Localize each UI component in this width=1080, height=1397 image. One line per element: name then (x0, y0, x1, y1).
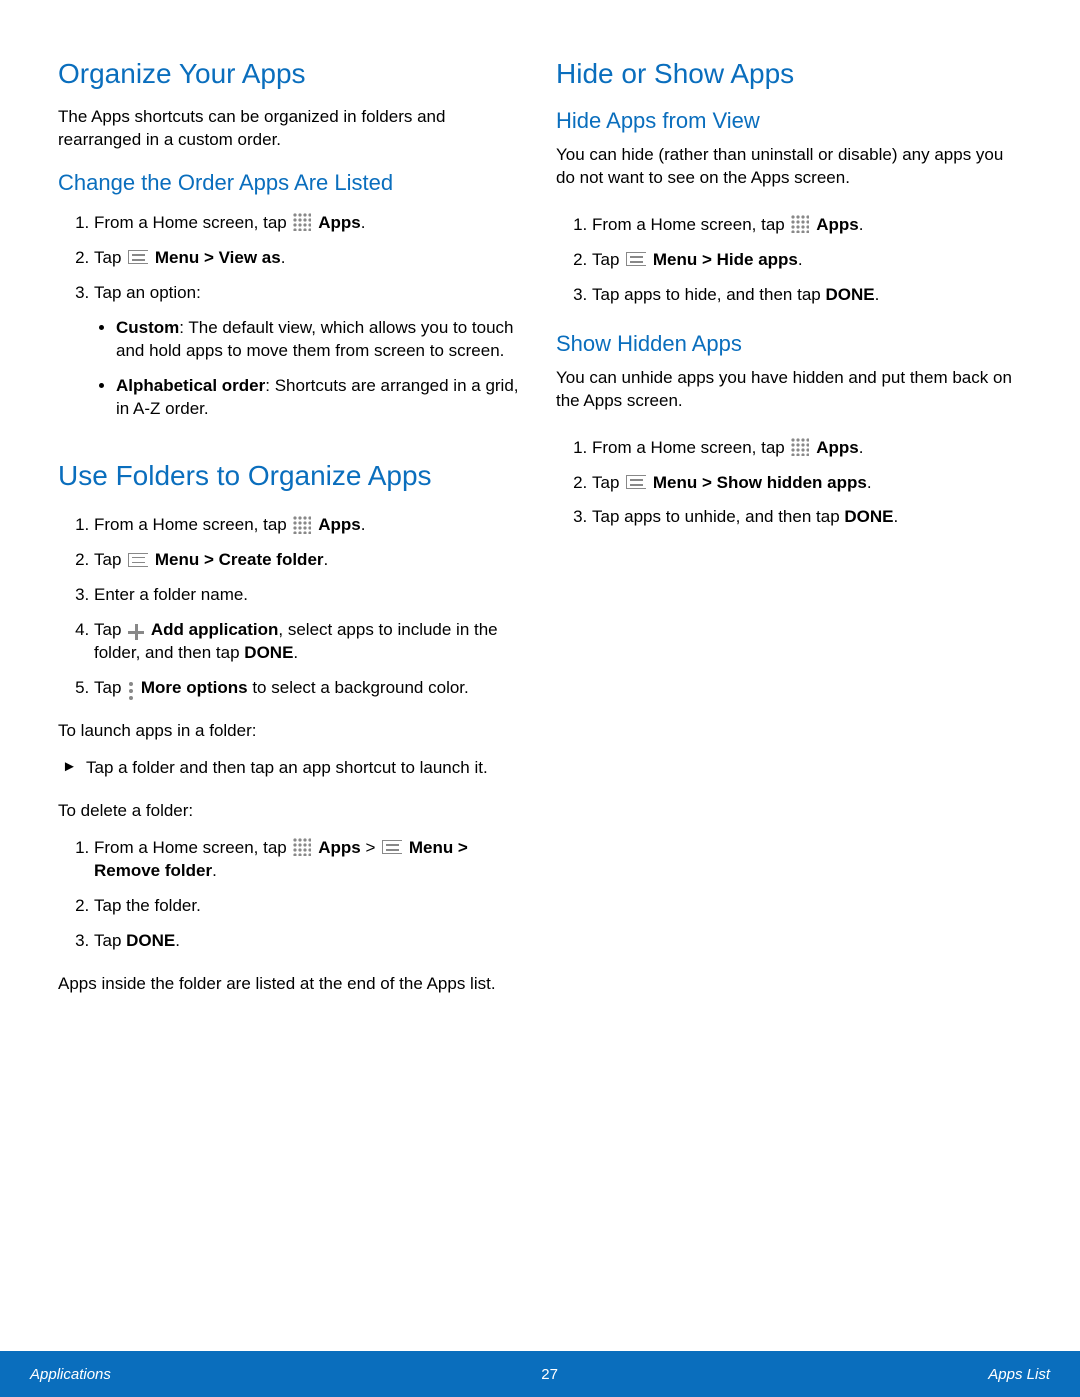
menu-icon (128, 553, 148, 567)
organize-intro: The Apps shortcuts can be organized in f… (58, 106, 524, 152)
list-item: Tap an option: Custom: The default view,… (94, 276, 524, 433)
delete-steps: From a Home screen, tap Apps > Menu > Re… (58, 831, 524, 959)
page-footer: Applications 27 Apps List (0, 1351, 1080, 1397)
list-item: Tap More options to select a background … (94, 671, 524, 706)
list-item: Tap apps to hide, and then tap DONE. (592, 278, 1022, 313)
list-item: Tap Menu > View as. (94, 241, 524, 276)
right-column: Hide or Show Apps Hide Apps from View Yo… (556, 58, 1022, 1004)
footer-section: Applications (30, 1366, 111, 1383)
list-item: Tap a folder and then tap an app shortcu… (62, 751, 524, 786)
footer-topic: Apps List (988, 1366, 1050, 1383)
show-steps: From a Home screen, tap Apps. Tap Menu >… (556, 431, 1022, 536)
list-item: Tap Menu > Hide apps. (592, 243, 1022, 278)
heading-change-order: Change the Order Apps Are Listed (58, 170, 524, 196)
list-item: From a Home screen, tap Apps. (592, 431, 1022, 466)
more-options-icon (128, 682, 134, 700)
hide-intro: You can hide (rather than uninstall or d… (556, 144, 1022, 190)
folder-note: Apps inside the folder are listed at the… (58, 973, 524, 996)
apps-grid-icon (293, 213, 311, 231)
list-item: Tap DONE. (94, 924, 524, 959)
list-item: Tap apps to unhide, and then tap DONE. (592, 500, 1022, 535)
list-item: Enter a folder name. (94, 578, 524, 613)
footer-page-number: 27 (541, 1366, 558, 1383)
apps-grid-icon (293, 838, 311, 856)
heading-use-folders: Use Folders to Organize Apps (58, 460, 524, 492)
menu-icon (626, 252, 646, 266)
launch-label: To launch apps in a folder: (58, 720, 524, 743)
plus-icon (128, 624, 144, 640)
list-item: From a Home screen, tap Apps > Menu > Re… (94, 831, 524, 889)
apps-grid-icon (791, 438, 809, 456)
list-item: Tap Menu > Show hidden apps. (592, 466, 1022, 501)
list-item: Tap Add application, select apps to incl… (94, 613, 524, 671)
show-intro: You can unhide apps you have hidden and … (556, 367, 1022, 413)
list-item: From a Home screen, tap Apps. (94, 206, 524, 241)
change-order-steps: From a Home screen, tap Apps. Tap Menu >… (58, 206, 524, 433)
apps-grid-icon (293, 516, 311, 534)
list-item: Tap Menu > Create folder. (94, 543, 524, 578)
hide-steps: From a Home screen, tap Apps. Tap Menu >… (556, 208, 1022, 313)
apps-grid-icon (791, 215, 809, 233)
left-column: Organize Your Apps The Apps shortcuts ca… (58, 58, 524, 1004)
launch-list: Tap a folder and then tap an app shortcu… (58, 751, 524, 786)
list-item: Tap the folder. (94, 889, 524, 924)
menu-icon (382, 840, 402, 854)
list-item: From a Home screen, tap Apps. (592, 208, 1022, 243)
heading-hide-show: Hide or Show Apps (556, 58, 1022, 90)
heading-show-hidden: Show Hidden Apps (556, 331, 1022, 357)
list-item: From a Home screen, tap Apps. (94, 508, 524, 543)
delete-label: To delete a folder: (58, 800, 524, 823)
menu-icon (626, 475, 646, 489)
folder-steps: From a Home screen, tap Apps. Tap Menu >… (58, 508, 524, 706)
list-item: Alphabetical order: Shortcuts are arrang… (116, 369, 524, 427)
list-item: Custom: The default view, which allows y… (116, 311, 524, 369)
heading-organize-apps: Organize Your Apps (58, 58, 524, 90)
menu-icon (128, 250, 148, 264)
heading-hide-from-view: Hide Apps from View (556, 108, 1022, 134)
